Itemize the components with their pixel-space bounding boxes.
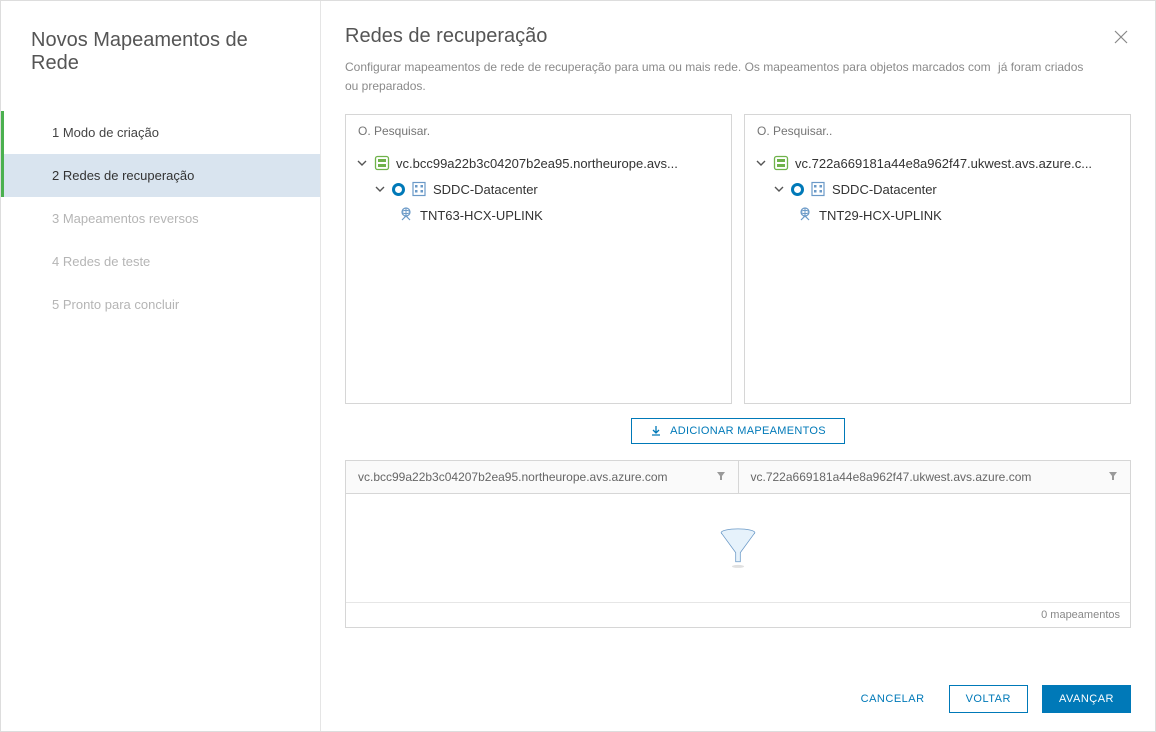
tree-panels: vc.bcc99a22b3c04207b2ea95.northeurope.av…	[345, 114, 1131, 404]
vcenter-icon	[374, 155, 390, 171]
chevron-down-icon[interactable]	[374, 184, 386, 194]
step-test-networks: 4 Redes de teste	[1, 240, 320, 283]
source-network-node[interactable]: TNT63-HCX-UPLINK	[356, 202, 721, 228]
add-mapping-row: ADICIONAR MAPEAMENTOS	[345, 404, 1131, 460]
mapping-table: vc.bcc99a22b3c04207b2ea95.northeurope.av…	[345, 460, 1131, 628]
target-vcenter-label: vc.722a669181a44e8a962f47.ukwest.avs.azu…	[795, 156, 1092, 171]
target-tree-panel: vc.722a669181a44e8a962f47.ukwest.avs.azu…	[744, 114, 1131, 404]
close-button[interactable]	[1111, 25, 1131, 51]
add-mapping-button[interactable]: ADICIONAR MAPEAMENTOS	[631, 418, 845, 444]
target-tree: vc.722a669181a44e8a962f47.ukwest.avs.azu…	[745, 146, 1130, 238]
source-vcenter-node[interactable]: vc.bcc99a22b3c04207b2ea95.northeurope.av…	[356, 150, 721, 176]
target-network-node[interactable]: TNT29-HCX-UPLINK	[755, 202, 1120, 228]
main-header: Redes de recuperação	[345, 25, 1131, 58]
target-vcenter-node[interactable]: vc.722a669181a44e8a962f47.ukwest.avs.azu…	[755, 150, 1120, 176]
close-icon	[1113, 29, 1129, 45]
button-bar: CANCELAR VOLTAR AVANÇAR	[345, 663, 1131, 713]
page-subtitle: Configurar mapeamentos de rede de recupe…	[345, 58, 1105, 96]
target-search-input[interactable]	[757, 124, 1118, 138]
source-search-input[interactable]	[358, 124, 719, 138]
mapping-footer: 0 mapeamentos	[346, 602, 1130, 627]
source-datacenter-label: SDDC-Datacenter	[433, 182, 538, 197]
wizard-sidebar: Novos Mapeamentos de Rede 1 Modo de cria…	[1, 1, 321, 731]
step-list: 1 Modo de criação 2 Redes de recuperação…	[1, 111, 320, 326]
funnel-icon	[715, 524, 761, 572]
chevron-down-icon[interactable]	[773, 184, 785, 194]
mapping-body-empty	[346, 494, 1130, 602]
source-network-label: TNT63-HCX-UPLINK	[420, 208, 543, 223]
mapping-header: vc.bcc99a22b3c04207b2ea95.northeurope.av…	[346, 461, 1130, 494]
source-vcenter-label: vc.bcc99a22b3c04207b2ea95.northeurope.av…	[396, 156, 678, 171]
datacenter-icon	[810, 181, 826, 197]
target-search-row	[745, 115, 1130, 146]
radio-selected-icon[interactable]	[392, 183, 405, 196]
cancel-button[interactable]: CANCELAR	[851, 685, 935, 713]
step-recovery-networks[interactable]: 2 Redes de recuperação	[1, 154, 320, 197]
source-datacenter-node[interactable]: SDDC-Datacenter	[356, 176, 721, 202]
next-button[interactable]: AVANÇAR	[1042, 685, 1131, 713]
network-icon	[797, 207, 813, 223]
target-datacenter-label: SDDC-Datacenter	[832, 182, 937, 197]
back-button[interactable]: VOLTAR	[949, 685, 1028, 713]
step-ready-to-complete: 5 Pronto para concluir	[1, 283, 320, 326]
filter-icon[interactable]	[716, 471, 726, 484]
source-search-row	[346, 115, 731, 146]
column-source: vc.bcc99a22b3c04207b2ea95.northeurope.av…	[346, 461, 738, 493]
page-title: Redes de recuperação	[345, 25, 547, 48]
chevron-down-icon[interactable]	[755, 158, 767, 168]
chevron-down-icon[interactable]	[356, 158, 368, 168]
target-datacenter-node[interactable]: SDDC-Datacenter	[755, 176, 1120, 202]
datacenter-icon	[411, 181, 427, 197]
source-tree: vc.bcc99a22b3c04207b2ea95.northeurope.av…	[346, 146, 731, 238]
wizard-container: Novos Mapeamentos de Rede 1 Modo de cria…	[0, 0, 1156, 732]
filter-icon[interactable]	[1108, 471, 1118, 484]
column-target: vc.722a669181a44e8a962f47.ukwest.avs.azu…	[738, 461, 1131, 493]
radio-selected-icon[interactable]	[791, 183, 804, 196]
network-icon	[398, 207, 414, 223]
vcenter-icon	[773, 155, 789, 171]
download-icon	[650, 425, 662, 437]
step-creation-mode[interactable]: 1 Modo de criação	[1, 111, 320, 154]
wizard-title: Novos Mapeamentos de Rede	[1, 1, 320, 111]
source-tree-panel: vc.bcc99a22b3c04207b2ea95.northeurope.av…	[345, 114, 732, 404]
step-reverse-mappings: 3 Mapeamentos reversos	[1, 197, 320, 240]
wizard-main: Redes de recuperação Configurar mapeamen…	[321, 1, 1155, 731]
target-network-label: TNT29-HCX-UPLINK	[819, 208, 942, 223]
